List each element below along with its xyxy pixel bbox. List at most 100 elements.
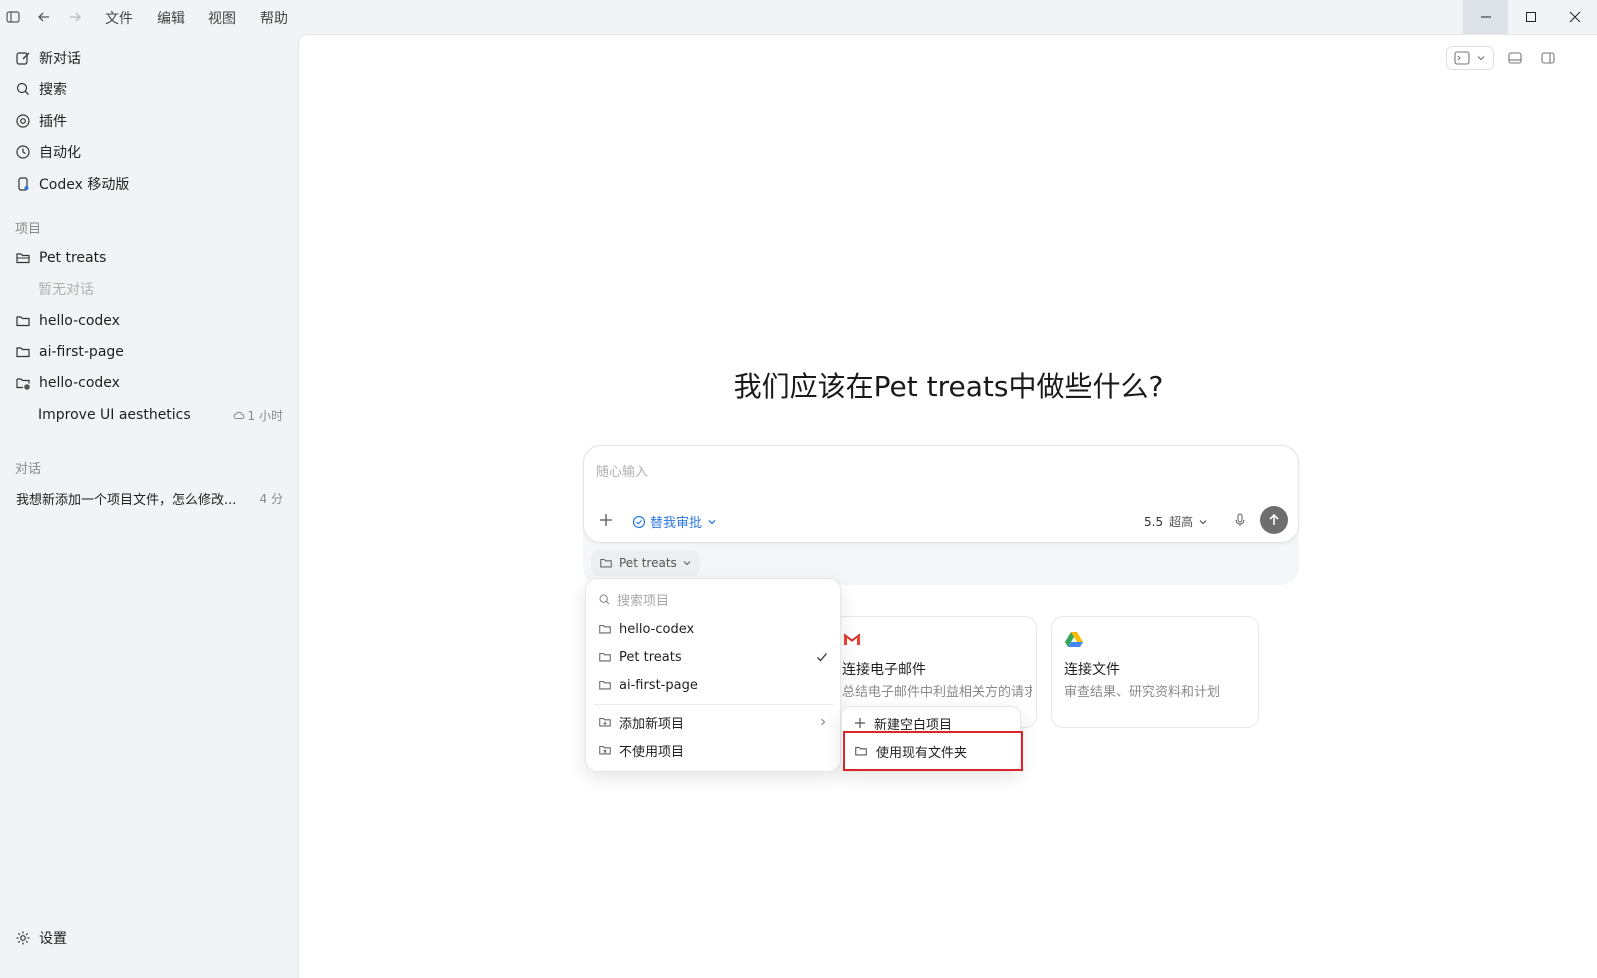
card-title: 连接电子邮件 <box>842 662 926 678</box>
chat-title: 我想新添加一个项目文件，怎么修改... <box>16 492 237 508</box>
sidebar-thread-improve-ui[interactable]: Improve UI aesthetics 1 小时 <box>38 403 283 427</box>
chevron-down-icon <box>1476 53 1486 63</box>
dropdown-item-label: 不使用项目 <box>619 744 685 760</box>
chats-section-label: 对话 <box>15 462 42 477</box>
sidebar-project-hello-codex[interactable]: hello-codex <box>15 309 120 333</box>
sidebar-item-label: hello-codex <box>39 313 120 329</box>
project-dropdown: 搜索项目 hello-codex Pet treats ai-first-pag… <box>585 578 841 772</box>
model-selector[interactable]: 5.5 超高 <box>1144 513 1208 530</box>
forward-arrow-icon[interactable] <box>67 9 83 25</box>
dropdown-item-label: hello-codex <box>619 621 695 637</box>
sidebar: 新对话 搜索 插件 自动化 Codex 移动版 项目 Pet treats 暂无… <box>0 34 298 978</box>
folder-cloud-icon <box>15 375 31 391</box>
thread-time: 1 小时 <box>247 408 283 423</box>
settings-button[interactable]: 设置 <box>15 926 67 950</box>
chat-time: 4 分 <box>259 491 283 506</box>
folder-x-icon <box>598 743 612 757</box>
chevron-right-icon <box>818 717 828 727</box>
divider <box>594 704 834 705</box>
check-icon <box>816 651 828 663</box>
gear-icon <box>15 930 31 946</box>
projects-section-label: 项目 <box>15 222 42 237</box>
sidebar-item-search[interactable]: 搜索 <box>15 77 67 101</box>
dropdown-no-project[interactable]: 不使用项目 <box>598 738 830 762</box>
model-version: 5.5 <box>1144 514 1164 529</box>
menu-edit[interactable]: 编辑 <box>157 8 185 28</box>
folder-icon <box>15 344 31 360</box>
sidebar-item-new-chat[interactable]: 新对话 <box>15 46 81 70</box>
sidebar-project-hello-codex-cloud[interactable]: hello-codex <box>15 371 120 395</box>
settings-label: 设置 <box>39 931 67 947</box>
sidebar-item-label: ai-first-page <box>39 344 124 360</box>
project-chip-label: Pet treats <box>619 556 677 570</box>
panel-bottom-icon[interactable] <box>1507 50 1523 66</box>
model-level: 超高 <box>1169 515 1194 529</box>
back-arrow-icon[interactable] <box>36 9 52 25</box>
clock-icon <box>15 144 31 160</box>
sidebar-item-label: hello-codex <box>39 375 120 391</box>
edit-icon <box>15 50 31 66</box>
chevron-down-icon <box>707 517 717 527</box>
sidebar-item-label: Pet treats <box>39 250 107 266</box>
chevron-down-icon <box>682 558 692 568</box>
sidebar-item-codex-mobile[interactable]: Codex 移动版 <box>15 172 129 196</box>
folder-plus-icon <box>598 715 612 729</box>
composer-area: 随心输入 替我审批 5.5 超高 Pet treats <box>583 445 1299 585</box>
sidebar-item-label: 自动化 <box>39 145 81 161</box>
page-heading: 我们应该在Pet treats中做些什么? <box>733 370 1164 403</box>
menu-file[interactable]: 文件 <box>105 8 133 28</box>
plus-icon[interactable] <box>598 512 614 528</box>
submenu-item-label: 新建空白项目 <box>874 717 953 733</box>
dropdown-item-label: 添加新项目 <box>619 716 685 732</box>
at-icon <box>15 113 31 129</box>
microphone-icon[interactable] <box>1232 512 1248 528</box>
cloud-icon <box>233 409 245 421</box>
folder-icon <box>598 678 612 692</box>
dropdown-item-label: ai-first-page <box>619 677 698 693</box>
prompt-input[interactable]: 随心输入 <box>596 461 648 480</box>
project-search-placeholder: 搜索项目 <box>617 594 670 609</box>
dropdown-item-label: Pet treats <box>619 649 682 665</box>
thread-title: Improve UI aesthetics <box>38 407 191 423</box>
environment-picker[interactable] <box>1446 46 1494 70</box>
menu-view[interactable]: 视图 <box>208 8 236 28</box>
card-title: 连接文件 <box>1064 662 1120 678</box>
project-search[interactable]: 搜索项目 <box>598 590 669 609</box>
close-button[interactable] <box>1552 0 1597 34</box>
sidebar-item-plugins[interactable]: 插件 <box>15 109 67 133</box>
dropdown-project-ai-first-page[interactable]: ai-first-page <box>598 673 830 697</box>
shield-check-icon <box>632 515 646 529</box>
connect-files-card[interactable]: 连接文件 审查结果、研究资料和计划 <box>1051 616 1259 728</box>
annotation-highlight-box <box>843 731 1023 771</box>
folder-icon <box>598 650 612 664</box>
approval-mode-button[interactable]: 替我审批 <box>632 512 717 531</box>
dropdown-project-pet-treats[interactable]: Pet treats <box>598 645 830 669</box>
dropdown-project-hello-codex[interactable]: hello-codex <box>598 617 830 641</box>
project-selector-chip[interactable]: Pet treats <box>591 550 700 576</box>
sidebar-item-automation[interactable]: 自动化 <box>15 140 81 164</box>
sidebar-item-label: 新对话 <box>39 51 81 67</box>
title-bar: 文件 编辑 视图 帮助 <box>0 0 1597 34</box>
sidebar-chat-item[interactable]: 我想新添加一个项目文件，怎么修改... 4 分 <box>16 486 283 510</box>
send-button[interactable] <box>1260 506 1288 534</box>
sidebar-project-ai-first-page[interactable]: ai-first-page <box>15 340 124 364</box>
minimize-button[interactable] <box>1463 0 1508 34</box>
drive-icon <box>1064 631 1084 649</box>
gmail-icon <box>842 631 862 647</box>
empty-chats-label: 暂无对话 <box>38 282 94 298</box>
card-description: 总结电子邮件中利益相关方的请求 <box>842 685 1032 700</box>
phone-icon <box>15 176 31 192</box>
folder-icon <box>599 556 613 570</box>
plus-icon <box>854 717 866 729</box>
search-icon <box>598 593 611 606</box>
menu-help[interactable]: 帮助 <box>260 8 288 28</box>
dropdown-add-new-project[interactable]: 添加新项目 <box>598 710 830 734</box>
search-icon <box>15 81 31 97</box>
arrow-up-icon <box>1267 513 1281 527</box>
sidebar-project-pet-treats[interactable]: Pet treats <box>15 246 106 270</box>
panel-right-icon[interactable] <box>1540 50 1556 66</box>
maximize-button[interactable] <box>1508 0 1553 34</box>
sidebar-toggle-icon[interactable] <box>5 9 21 25</box>
approval-mode-label: 替我审批 <box>650 516 703 531</box>
chevron-down-icon <box>1198 517 1208 527</box>
